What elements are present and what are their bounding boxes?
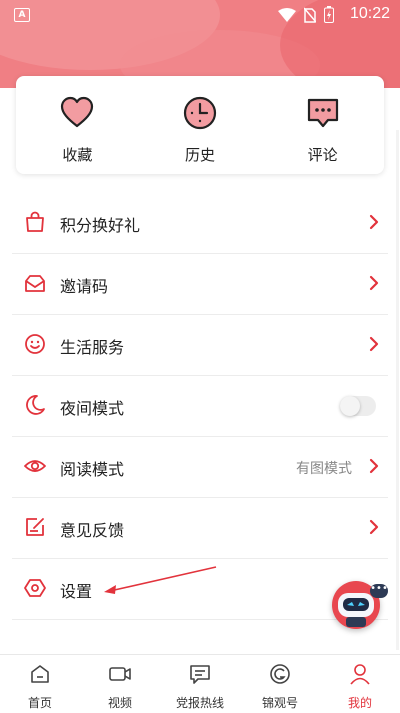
- notification-icon: A: [14, 8, 30, 22]
- bottom-tab-bar: 首页 视频 党报热线 锦观号 我的: [0, 654, 400, 713]
- feedback-icon: [26, 518, 44, 536]
- tab-mine[interactable]: 我的: [320, 655, 400, 713]
- settings-menu: 积分换好礼 邀请码 生活服务 夜间模式 阅读模式 有图模式 意见反馈 设置: [12, 193, 388, 620]
- menu-item-reading-mode[interactable]: 阅读模式 有图模式: [12, 437, 388, 498]
- tab-label: 首页: [27, 696, 52, 710]
- menu-item-label: 夜间模式: [60, 399, 125, 418]
- menu-item-label: 阅读模式: [60, 460, 125, 479]
- menu-item-label: 生活服务: [60, 338, 125, 357]
- scrollbar[interactable]: [396, 130, 399, 650]
- battery-icon: [324, 6, 334, 23]
- tab-home[interactable]: 首页: [0, 655, 80, 713]
- chevron-right-icon: [369, 214, 379, 230]
- heart-icon: [61, 96, 94, 128]
- video-icon: [109, 667, 131, 681]
- menu-item-label: 邀请码: [60, 277, 109, 296]
- annotation-arrow: [104, 566, 217, 594]
- home-icon: [31, 665, 49, 683]
- tab-jinguan[interactable]: 锦观号: [240, 655, 320, 713]
- tab-hotline[interactable]: 党报热线: [160, 655, 240, 713]
- tab-video[interactable]: 视频: [80, 655, 160, 713]
- comment-icon: [307, 98, 338, 128]
- chat-bubble-icon: •••: [370, 584, 388, 598]
- chevron-right-icon: [369, 336, 379, 352]
- quick-action-history[interactable]: 历史: [150, 76, 250, 174]
- status-time: 10:22: [349, 5, 390, 22]
- hexagon-settings-icon: [24, 579, 46, 597]
- message-icon: [190, 665, 210, 684]
- menu-item-invite-code[interactable]: 邀请码: [12, 254, 388, 315]
- night-mode-toggle[interactable]: [340, 396, 376, 416]
- person-icon: [350, 664, 370, 685]
- menu-item-feedback[interactable]: 意见反馈: [12, 498, 388, 559]
- menu-item-label: 积分换好礼: [60, 216, 141, 235]
- status-icons: [278, 6, 334, 23]
- toggle-knob: [340, 396, 360, 416]
- menu-item-life-services[interactable]: 生活服务: [12, 315, 388, 376]
- inbox-icon: [25, 275, 45, 292]
- reading-mode-value: 有图模式: [296, 461, 352, 477]
- smile-icon: [25, 334, 45, 354]
- no-sim-icon: [304, 7, 316, 23]
- quick-action-label: 历史: [184, 146, 215, 164]
- quick-action-label: 收藏: [62, 146, 93, 164]
- quick-action-label: 评论: [307, 146, 338, 164]
- menu-item-label: 设置: [60, 582, 93, 601]
- quick-action-comments[interactable]: 评论: [273, 76, 373, 174]
- chevron-right-icon: [369, 275, 379, 291]
- menu-item-night-mode: 夜间模式: [12, 376, 388, 437]
- chevron-right-icon: [369, 458, 379, 474]
- tab-label: 视频: [107, 696, 132, 710]
- circle-g-icon: [270, 664, 290, 684]
- tab-label: 锦观号: [261, 696, 298, 710]
- eye-icon: [24, 460, 46, 472]
- quick-actions-card: 收藏 历史 评论: [16, 76, 384, 174]
- chevron-right-icon: [369, 519, 379, 535]
- tab-label: 我的: [347, 696, 372, 710]
- status-bar: A 10:22: [0, 0, 400, 28]
- quick-action-favorites[interactable]: 收藏: [27, 76, 127, 174]
- clock-icon: [183, 96, 217, 130]
- wifi-icon: [278, 7, 296, 22]
- moon-icon: [26, 395, 45, 415]
- menu-item-points-exchange[interactable]: 积分换好礼: [12, 193, 388, 254]
- menu-item-label: 意见反馈: [60, 521, 125, 540]
- tab-label: 党报热线: [175, 696, 224, 710]
- shopping-bag-icon: [26, 211, 44, 232]
